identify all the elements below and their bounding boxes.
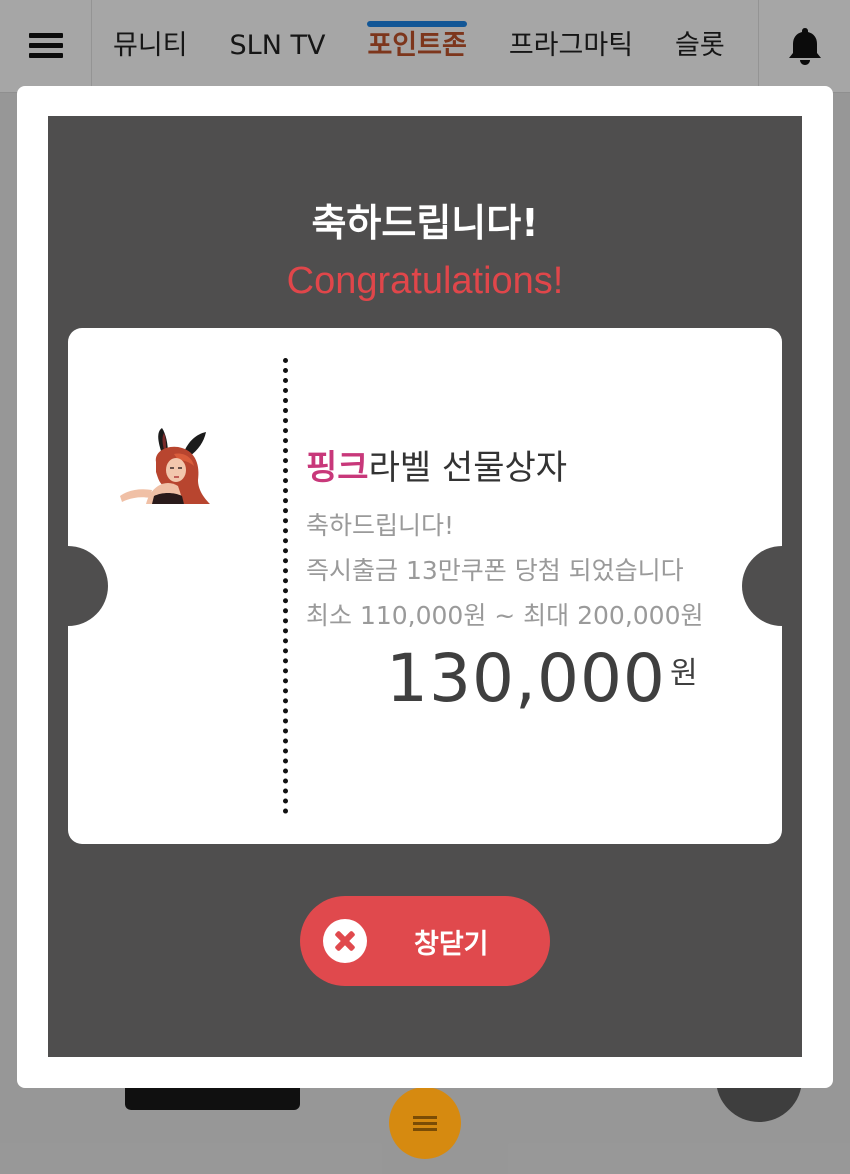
prize-brand: 핑크: [306, 448, 369, 488]
modal-title-english: Congratulations!: [286, 260, 564, 302]
ticket-perforation: [283, 358, 288, 814]
congratulations-modal: 축하드립니다! Congratulations! 핑크라벨 선물상자 축하드립니…: [17, 86, 833, 1088]
prize-character-image: [120, 428, 210, 504]
prize-name: 핑크라벨 선물상자: [306, 440, 567, 489]
prize-range-line: 최소 110,000원 ~ 최대 200,000원: [306, 601, 704, 630]
modal-title-korean: 축하드립니다!: [311, 201, 539, 245]
close-modal-button[interactable]: 창닫기: [300, 896, 550, 986]
prize-amount-value: 130,000: [386, 640, 666, 717]
ticket-notch-right: [742, 546, 782, 626]
prize-amount: 130,000 원: [386, 640, 698, 717]
prize-ticket: 핑크라벨 선물상자 축하드립니다! 즉시출금 13만쿠폰 당첨 되었습니다 최소…: [68, 328, 782, 844]
close-button-label: 창닫기: [414, 928, 489, 960]
prize-message-line: 축하드립니다!: [306, 511, 455, 540]
prize-description-line: 즉시출금 13만쿠폰 당첨 되었습니다: [306, 556, 684, 585]
menu-icon: [413, 1113, 437, 1134]
close-icon: [323, 919, 367, 963]
prize-amount-unit: 원: [669, 656, 698, 691]
floating-menu-button[interactable]: [389, 1087, 461, 1159]
ticket-notch-left: [68, 546, 108, 626]
modal-content: 축하드립니다! Congratulations! 핑크라벨 선물상자 축하드립니…: [48, 116, 802, 1057]
prize-name-text: 라벨 선물상자: [368, 448, 568, 488]
